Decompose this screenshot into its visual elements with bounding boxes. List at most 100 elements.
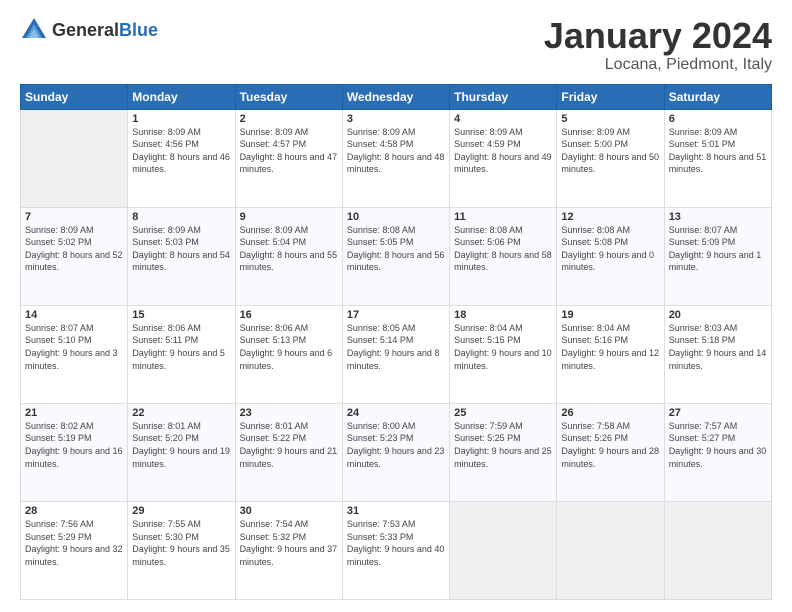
day-detail: Sunrise: 8:07 AMSunset: 5:10 PMDaylight:… (25, 322, 123, 372)
table-row: 3Sunrise: 8:09 AMSunset: 4:58 PMDaylight… (342, 109, 449, 207)
day-number: 30 (240, 505, 338, 517)
day-detail: Sunrise: 8:04 AMSunset: 5:15 PMDaylight:… (454, 322, 552, 372)
day-detail: Sunrise: 7:58 AMSunset: 5:26 PMDaylight:… (561, 420, 659, 470)
day-number: 16 (240, 309, 338, 321)
page: GeneralBlue January 2024 Locana, Piedmon… (0, 0, 792, 612)
day-number: 11 (454, 211, 552, 223)
table-row (557, 501, 664, 599)
day-number: 12 (561, 211, 659, 223)
day-detail: Sunrise: 8:03 AMSunset: 5:18 PMDaylight:… (669, 322, 767, 372)
table-row: 23Sunrise: 8:01 AMSunset: 5:22 PMDayligh… (235, 403, 342, 501)
calendar-week-row: 21Sunrise: 8:02 AMSunset: 5:19 PMDayligh… (21, 403, 772, 501)
col-thursday: Thursday (450, 84, 557, 109)
day-detail: Sunrise: 8:09 AMSunset: 5:01 PMDaylight:… (669, 126, 767, 176)
table-row: 2Sunrise: 8:09 AMSunset: 4:57 PMDaylight… (235, 109, 342, 207)
day-detail: Sunrise: 8:09 AMSunset: 4:59 PMDaylight:… (454, 126, 552, 176)
day-detail: Sunrise: 8:09 AMSunset: 4:58 PMDaylight:… (347, 126, 445, 176)
day-number: 5 (561, 113, 659, 125)
day-number: 1 (132, 113, 230, 125)
location-title: Locana, Piedmont, Italy (544, 56, 772, 74)
col-wednesday: Wednesday (342, 84, 449, 109)
table-row: 1Sunrise: 8:09 AMSunset: 4:56 PMDaylight… (128, 109, 235, 207)
table-row: 5Sunrise: 8:09 AMSunset: 5:00 PMDaylight… (557, 109, 664, 207)
table-row: 24Sunrise: 8:00 AMSunset: 5:23 PMDayligh… (342, 403, 449, 501)
day-detail: Sunrise: 8:09 AMSunset: 5:00 PMDaylight:… (561, 126, 659, 176)
day-detail: Sunrise: 7:56 AMSunset: 5:29 PMDaylight:… (25, 518, 123, 568)
day-detail: Sunrise: 8:09 AMSunset: 4:56 PMDaylight:… (132, 126, 230, 176)
day-detail: Sunrise: 8:08 AMSunset: 5:05 PMDaylight:… (347, 224, 445, 274)
day-number: 23 (240, 407, 338, 419)
calendar-week-row: 7Sunrise: 8:09 AMSunset: 5:02 PMDaylight… (21, 207, 772, 305)
table-row: 11Sunrise: 8:08 AMSunset: 5:06 PMDayligh… (450, 207, 557, 305)
day-detail: Sunrise: 8:02 AMSunset: 5:19 PMDaylight:… (25, 420, 123, 470)
day-number: 6 (669, 113, 767, 125)
day-detail: Sunrise: 8:09 AMSunset: 5:04 PMDaylight:… (240, 224, 338, 274)
day-detail: Sunrise: 8:04 AMSunset: 5:16 PMDaylight:… (561, 322, 659, 372)
table-row (664, 501, 771, 599)
title-block: January 2024 Locana, Piedmont, Italy (544, 16, 772, 74)
col-tuesday: Tuesday (235, 84, 342, 109)
col-monday: Monday (128, 84, 235, 109)
day-number: 14 (25, 309, 123, 321)
logo-icon (20, 16, 48, 44)
day-number: 13 (669, 211, 767, 223)
logo: GeneralBlue (20, 16, 158, 44)
day-detail: Sunrise: 7:55 AMSunset: 5:30 PMDaylight:… (132, 518, 230, 568)
table-row: 29Sunrise: 7:55 AMSunset: 5:30 PMDayligh… (128, 501, 235, 599)
col-sunday: Sunday (21, 84, 128, 109)
day-number: 2 (240, 113, 338, 125)
calendar-week-row: 28Sunrise: 7:56 AMSunset: 5:29 PMDayligh… (21, 501, 772, 599)
table-row: 9Sunrise: 8:09 AMSunset: 5:04 PMDaylight… (235, 207, 342, 305)
day-detail: Sunrise: 8:05 AMSunset: 5:14 PMDaylight:… (347, 322, 445, 372)
day-number: 9 (240, 211, 338, 223)
day-detail: Sunrise: 8:06 AMSunset: 5:11 PMDaylight:… (132, 322, 230, 372)
table-row: 14Sunrise: 8:07 AMSunset: 5:10 PMDayligh… (21, 305, 128, 403)
table-row: 21Sunrise: 8:02 AMSunset: 5:19 PMDayligh… (21, 403, 128, 501)
table-row: 13Sunrise: 8:07 AMSunset: 5:09 PMDayligh… (664, 207, 771, 305)
col-saturday: Saturday (664, 84, 771, 109)
month-title: January 2024 (544, 16, 772, 56)
day-detail: Sunrise: 8:01 AMSunset: 5:22 PMDaylight:… (240, 420, 338, 470)
table-row: 10Sunrise: 8:08 AMSunset: 5:05 PMDayligh… (342, 207, 449, 305)
day-number: 10 (347, 211, 445, 223)
day-number: 4 (454, 113, 552, 125)
day-detail: Sunrise: 8:08 AMSunset: 5:06 PMDaylight:… (454, 224, 552, 274)
table-row: 4Sunrise: 8:09 AMSunset: 4:59 PMDaylight… (450, 109, 557, 207)
day-number: 24 (347, 407, 445, 419)
day-number: 21 (25, 407, 123, 419)
day-detail: Sunrise: 8:06 AMSunset: 5:13 PMDaylight:… (240, 322, 338, 372)
day-number: 29 (132, 505, 230, 517)
day-number: 3 (347, 113, 445, 125)
col-friday: Friday (557, 84, 664, 109)
day-number: 18 (454, 309, 552, 321)
header: GeneralBlue January 2024 Locana, Piedmon… (20, 16, 772, 74)
day-number: 26 (561, 407, 659, 419)
day-detail: Sunrise: 8:09 AMSunset: 5:02 PMDaylight:… (25, 224, 123, 274)
table-row: 18Sunrise: 8:04 AMSunset: 5:15 PMDayligh… (450, 305, 557, 403)
table-row: 6Sunrise: 8:09 AMSunset: 5:01 PMDaylight… (664, 109, 771, 207)
table-row: 27Sunrise: 7:57 AMSunset: 5:27 PMDayligh… (664, 403, 771, 501)
calendar-week-row: 1Sunrise: 8:09 AMSunset: 4:56 PMDaylight… (21, 109, 772, 207)
day-number: 7 (25, 211, 123, 223)
calendar-header-row: Sunday Monday Tuesday Wednesday Thursday… (21, 84, 772, 109)
table-row: 16Sunrise: 8:06 AMSunset: 5:13 PMDayligh… (235, 305, 342, 403)
day-detail: Sunrise: 7:59 AMSunset: 5:25 PMDaylight:… (454, 420, 552, 470)
table-row: 19Sunrise: 8:04 AMSunset: 5:16 PMDayligh… (557, 305, 664, 403)
logo-blue: Blue (119, 20, 158, 40)
table-row: 30Sunrise: 7:54 AMSunset: 5:32 PMDayligh… (235, 501, 342, 599)
table-row: 22Sunrise: 8:01 AMSunset: 5:20 PMDayligh… (128, 403, 235, 501)
day-number: 31 (347, 505, 445, 517)
table-row: 17Sunrise: 8:05 AMSunset: 5:14 PMDayligh… (342, 305, 449, 403)
table-row: 8Sunrise: 8:09 AMSunset: 5:03 PMDaylight… (128, 207, 235, 305)
day-detail: Sunrise: 7:53 AMSunset: 5:33 PMDaylight:… (347, 518, 445, 568)
table-row: 12Sunrise: 8:08 AMSunset: 5:08 PMDayligh… (557, 207, 664, 305)
day-detail: Sunrise: 8:08 AMSunset: 5:08 PMDaylight:… (561, 224, 659, 274)
day-number: 20 (669, 309, 767, 321)
table-row: 15Sunrise: 8:06 AMSunset: 5:11 PMDayligh… (128, 305, 235, 403)
table-row: 25Sunrise: 7:59 AMSunset: 5:25 PMDayligh… (450, 403, 557, 501)
day-detail: Sunrise: 8:09 AMSunset: 5:03 PMDaylight:… (132, 224, 230, 274)
day-number: 17 (347, 309, 445, 321)
day-detail: Sunrise: 8:07 AMSunset: 5:09 PMDaylight:… (669, 224, 767, 274)
day-detail: Sunrise: 8:09 AMSunset: 4:57 PMDaylight:… (240, 126, 338, 176)
day-number: 27 (669, 407, 767, 419)
